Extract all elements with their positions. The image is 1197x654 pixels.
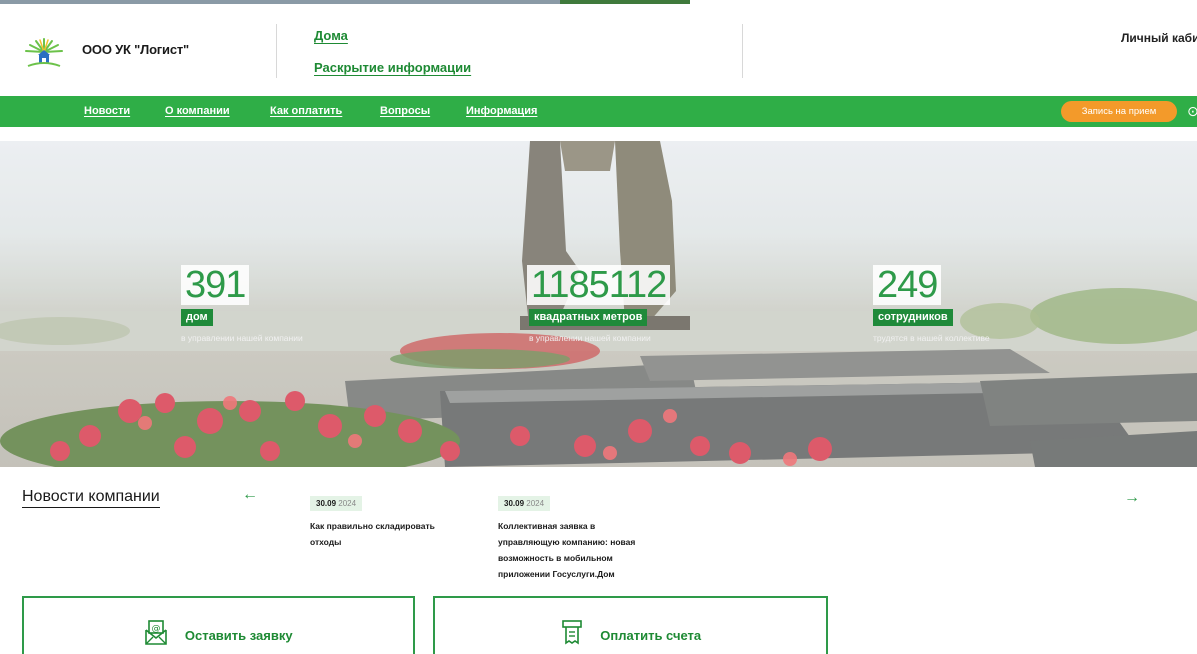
news-date-badge: 30.09 2024 — [310, 496, 363, 511]
nav-item-information[interactable]: Информация — [466, 105, 537, 117]
stat-houses-caption: в управлении нашей компании — [181, 333, 303, 343]
link-houses[interactable]: Дома — [314, 28, 348, 43]
pay-bills-label: Оплатить счета — [600, 628, 702, 643]
personal-cabinet-link[interactable]: Личный кабин — [1121, 31, 1197, 45]
stat-staff-value: 249 — [873, 265, 942, 305]
site-header: ООО УК "Логист" Дома Раскрытие информаци… — [0, 4, 1197, 96]
header-divider — [742, 24, 743, 78]
company-name[interactable]: ООО УК "Логист" — [82, 42, 189, 57]
accessibility-icon[interactable]: ⊙ — [1187, 103, 1197, 120]
svg-text:@: @ — [152, 624, 161, 634]
envelope-icon: @ — [144, 620, 168, 651]
company-logo-icon[interactable] — [22, 36, 66, 70]
header-divider — [276, 24, 277, 78]
stat-houses-label: дом — [181, 309, 213, 326]
news-next-arrow-icon[interactable]: → — [1124, 489, 1140, 507]
submit-request-card[interactable]: @ Оставить заявку — [22, 596, 415, 654]
stat-staff-label: сотрудников — [873, 309, 953, 326]
news-item-headline[interactable]: Коллективная заявка в управляющую компан… — [498, 518, 635, 582]
news-section-title[interactable]: Новости компании — [22, 488, 160, 508]
nav-item-how-to-pay[interactable]: Как оплатить — [270, 105, 342, 117]
nav-item-news[interactable]: Новости — [84, 105, 130, 117]
stat-area-caption: в управлении нашей компании — [529, 333, 651, 343]
news-date-badge: 30.09 2024 — [498, 496, 551, 511]
stat-staff-caption: трудятся в нашей коллективе — [873, 333, 990, 343]
submit-request-label: Оставить заявку — [184, 628, 293, 643]
stat-area-label: квадратных метров — [529, 309, 648, 326]
link-disclosure[interactable]: Раскрытие информации — [314, 60, 471, 75]
hero-banner: 391 дом в управлении нашей компании 1185… — [0, 141, 1197, 467]
stat-area-value: 1185112 — [527, 265, 671, 305]
main-nav: Новости О компании Как оплатить Вопросы … — [0, 96, 1197, 127]
stat-houses-value: 391 — [181, 265, 250, 305]
news-prev-arrow-icon[interactable]: ← — [242, 486, 258, 504]
nav-item-questions[interactable]: Вопросы — [380, 105, 430, 117]
news-item-headline[interactable]: Как правильно складировать отходы — [310, 518, 435, 550]
pay-bills-card[interactable]: Оплатить счета — [433, 596, 828, 654]
appointment-button[interactable]: Запись на прием — [1061, 101, 1177, 122]
nav-item-about[interactable]: О компании — [165, 105, 230, 117]
bill-icon — [560, 620, 584, 651]
